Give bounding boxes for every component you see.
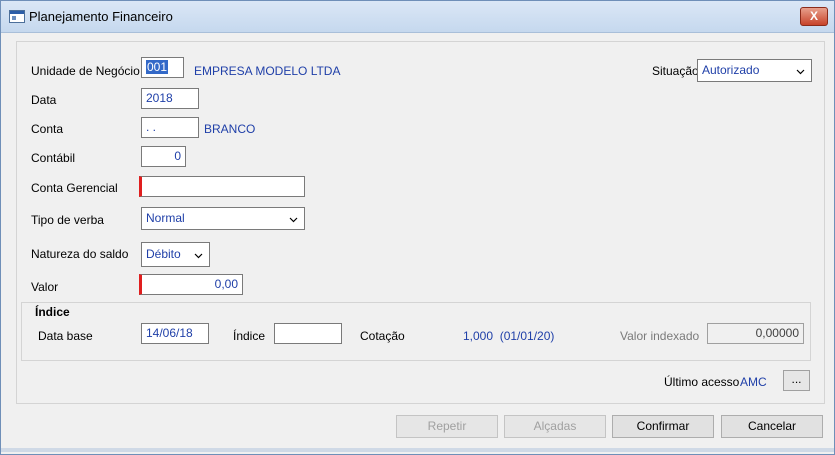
conta-gerencial-input[interactable] <box>139 176 305 197</box>
confirmar-button[interactable]: Confirmar <box>612 415 714 438</box>
ultimo-acesso-label: Último acesso <box>664 375 740 389</box>
contabil-label: Contábil <box>31 151 76 165</box>
situacao-select[interactable]: Autorizado <box>697 59 812 82</box>
valor-label: Valor <box>31 280 59 294</box>
situacao-value: Autorizado <box>702 63 760 77</box>
conta-label: Conta <box>31 122 64 136</box>
ultimo-acesso-button[interactable]: ... <box>783 370 810 391</box>
contabil-input[interactable]: 0 <box>141 146 186 167</box>
data-base-label: Data base <box>38 329 93 343</box>
natureza-label: Natureza do saldo <box>31 247 129 261</box>
indice-group-title: Índice <box>35 305 70 319</box>
natureza-select[interactable]: Débito <box>141 242 210 267</box>
data-label: Data <box>31 93 57 107</box>
alcadas-button[interactable]: Alçadas <box>504 415 606 438</box>
cancelar-button[interactable]: Cancelar <box>721 415 823 438</box>
valor-indexado-input: 0,00000 <box>707 323 804 344</box>
chevron-down-icon <box>289 217 298 223</box>
valor-input[interactable]: 0,00 <box>139 274 243 295</box>
unidade-input[interactable]: 001 <box>141 57 184 78</box>
data-base-input[interactable]: 14/06/18 <box>141 323 209 344</box>
cotacao-label: Cotação <box>360 329 405 343</box>
natureza-value: Débito <box>146 247 181 261</box>
window-icon <box>9 10 25 23</box>
title-bar[interactable]: Planejamento Financeiro X <box>1 1 834 33</box>
indice-input[interactable] <box>274 323 342 344</box>
dialog-window: Planejamento Financeiro X Unidade de Neg… <box>0 0 835 455</box>
window-bottom-border <box>1 448 834 452</box>
unidade-label: Unidade de Negócio <box>31 64 140 78</box>
unidade-description: EMPRESA MODELO LTDA <box>194 64 341 78</box>
conta-gerencial-label: Conta Gerencial <box>31 181 118 195</box>
unidade-value: 001 <box>146 60 169 74</box>
cotacao-value: 1,000 (01/01/20) <box>463 329 555 343</box>
tipo-verba-select[interactable]: Normal <box>141 207 305 230</box>
situacao-label: Situação <box>652 64 699 78</box>
close-button[interactable]: X <box>800 7 828 26</box>
repetir-button[interactable]: Repetir <box>396 415 498 438</box>
ultimo-acesso-value: AMC <box>740 375 767 389</box>
indice-label: Índice <box>233 329 266 343</box>
valor-indexado-label: Valor indexado <box>620 329 700 343</box>
chevron-down-icon <box>796 69 805 75</box>
window-title: Planejamento Financeiro <box>29 9 173 24</box>
data-input[interactable]: 2018 <box>141 88 199 109</box>
conta-input[interactable]: . . <box>141 117 199 138</box>
conta-description: BRANCO <box>204 122 256 136</box>
chevron-down-icon <box>194 253 203 259</box>
tipo-verba-label: Tipo de verba <box>31 213 104 227</box>
tipo-verba-value: Normal <box>146 211 185 225</box>
